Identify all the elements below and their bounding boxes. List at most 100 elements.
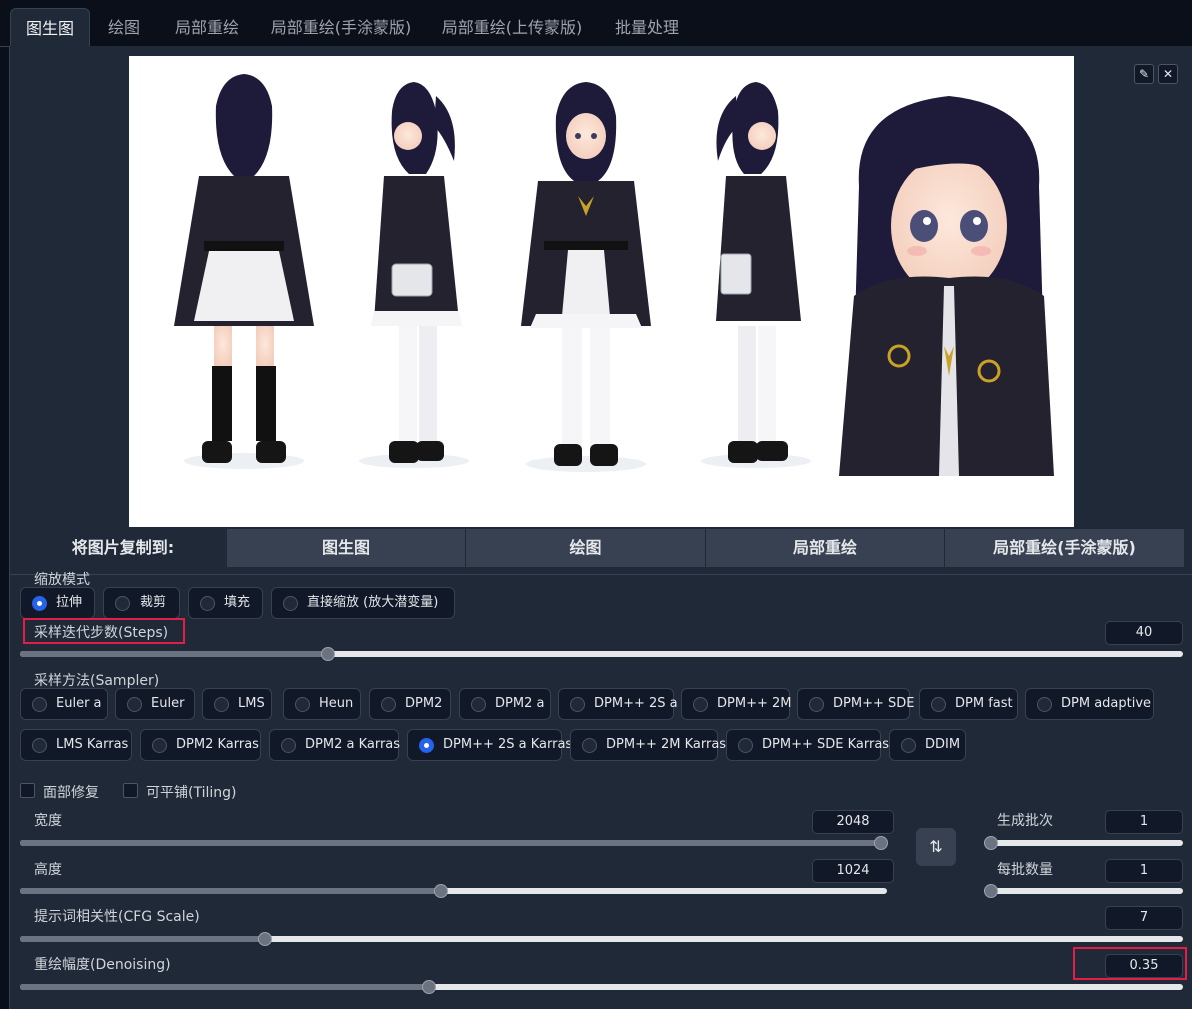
slider-thumb[interactable] [321,647,335,661]
resize-option-fill[interactable]: 填充 [188,587,263,619]
sampler-option[interactable]: DPM++ SDE [797,688,914,720]
sampler-option-label: LMS Karras [56,737,129,752]
tiling-label: 可平铺(Tiling) [146,785,237,801]
sampler-option[interactable]: DPM2 [369,688,451,720]
copy-to-img2img-button[interactable]: 图生图 [227,529,466,567]
close-icon[interactable]: ✕ [1158,64,1178,84]
radio-dot [283,596,298,611]
radio-dot [32,697,47,712]
sampler-label: 采样方法(Sampler) [34,673,160,689]
slider-thumb[interactable] [258,932,272,946]
tab-inpaint-sketch[interactable]: 局部重绘(手涂蒙版) [262,8,420,47]
radio-dot [214,697,229,712]
radio-dot [127,697,142,712]
sampler-option[interactable]: DPM2 Karras [140,729,261,761]
radio-dot [381,697,396,712]
radio-dot [809,697,824,712]
copy-to-inpaint-button[interactable]: 局部重绘 [706,529,945,567]
sampler-option-label: Euler a [56,696,102,711]
radio-dot-selected [32,596,47,611]
width-input[interactable]: 2048 [812,810,894,834]
height-label: 高度 [34,862,62,878]
tab-batch[interactable]: 批量处理 [604,8,690,47]
steps-slider[interactable] [20,647,1183,661]
cfg-label: 提示词相关性(CFG Scale) [34,909,200,925]
highlight-box-denoising [1073,947,1187,980]
slider-thumb[interactable] [984,836,998,850]
cfg-input[interactable]: 7 [1105,906,1183,930]
sampler-option[interactable]: DPM++ 2S a [558,688,678,720]
sampler-option[interactable]: Heun [283,688,361,720]
tab-inpaint-upload[interactable]: 局部重绘(上传蒙版) [432,8,592,47]
height-input[interactable]: 1024 [812,859,894,883]
resize-option-crop[interactable]: 裁剪 [103,587,180,619]
sampler-option[interactable]: DDIM [889,729,966,761]
slider-thumb[interactable] [874,836,888,850]
radio-dot [281,738,296,753]
radio-dot [1037,697,1052,712]
width-label: 宽度 [34,813,62,829]
sampler-option[interactable]: DPM++ 2S a Karras [407,729,572,761]
radio-dot [295,697,310,712]
sampler-option-label: DPM2 a [495,696,545,711]
sampler-option[interactable]: DPM2 a Karras [269,729,400,761]
sampler-option-label: Heun [319,696,354,711]
tab-img2img[interactable]: 图生图 [10,8,90,47]
slider-fill [20,984,429,990]
steps-input[interactable]: 40 [1105,621,1183,645]
swap-vertical-icon[interactable]: ⇅ [916,828,956,866]
highlight-box-steps [23,618,185,644]
batch-count-slider[interactable] [984,836,1183,850]
sampler-option[interactable]: Euler [115,688,195,720]
copy-to-inpaint-sketch-button[interactable]: 局部重绘(手涂蒙版) [945,529,1185,567]
batch-size-slider[interactable] [984,884,1183,898]
sampler-option-label: Euler [151,696,185,711]
sampler-option[interactable]: DPM++ 2M [681,688,791,720]
copy-to-txt2img-button[interactable]: 绘图 [466,529,706,567]
radio-dot [471,697,486,712]
edit-icon[interactable]: ✎ [1134,64,1154,84]
sampler-option[interactable]: DPM fast [919,688,1018,720]
resize-option-stretch[interactable]: 拉伸 [20,587,95,619]
slider-fill [20,936,265,942]
batch-size-input[interactable]: 1 [1105,859,1183,883]
slider-thumb[interactable] [984,884,998,898]
sampler-option[interactable]: Euler a [20,688,108,720]
sampler-option[interactable]: DPM++ SDE Karras [726,729,889,761]
slider-thumb[interactable] [434,884,448,898]
sampler-option-label: DDIM [925,737,961,752]
sampler-option-label: DPM2 Karras [176,737,259,752]
sampler-option[interactable]: LMS Karras [20,729,132,761]
sampler-option[interactable]: DPM2 a [459,688,551,720]
sampler-option-label: DPM++ 2S a Karras [443,737,573,752]
sampler-option[interactable]: LMS [202,688,272,720]
denoising-slider[interactable] [20,980,1183,994]
sampler-option[interactable]: DPM adaptive [1025,688,1154,720]
width-slider[interactable] [20,836,888,850]
batch-count-label: 生成批次 [997,813,1053,829]
radio-dot [738,738,753,753]
divider [9,574,1192,575]
sampler-option-label: LMS [238,696,265,711]
radio-dot [152,738,167,753]
radio-dot [570,697,585,712]
sampler-option[interactable]: DPM++ 2M Karras [570,729,726,761]
height-slider[interactable] [20,884,887,898]
cfg-slider[interactable] [20,932,1183,946]
radio-dot [115,596,130,611]
slider-fill [20,651,328,657]
sampler-option-label: DPM++ SDE Karras [762,737,890,752]
face-restore-label: 面部修复 [43,785,99,801]
tab-inpaint[interactable]: 局部重绘 [164,8,250,47]
resize-option-latent-upscale[interactable]: 直接缩放 (放大潜变量) [271,587,455,619]
batch-size-label: 每批数量 [997,862,1053,878]
copy-to-label: 将图片复制到: [71,538,175,557]
tab-txt2img[interactable]: 绘图 [96,8,152,47]
face-restore-checkbox[interactable] [20,783,35,798]
tab-bar: 图生图 绘图 局部重绘 局部重绘(手涂蒙版) 局部重绘(上传蒙版) 批量处理 [0,0,1192,47]
slider-thumb[interactable] [422,980,436,994]
batch-count-input[interactable]: 1 [1105,810,1183,834]
radio-dot [931,697,946,712]
tiling-checkbox[interactable] [123,783,138,798]
image-preview[interactable] [129,56,1074,527]
